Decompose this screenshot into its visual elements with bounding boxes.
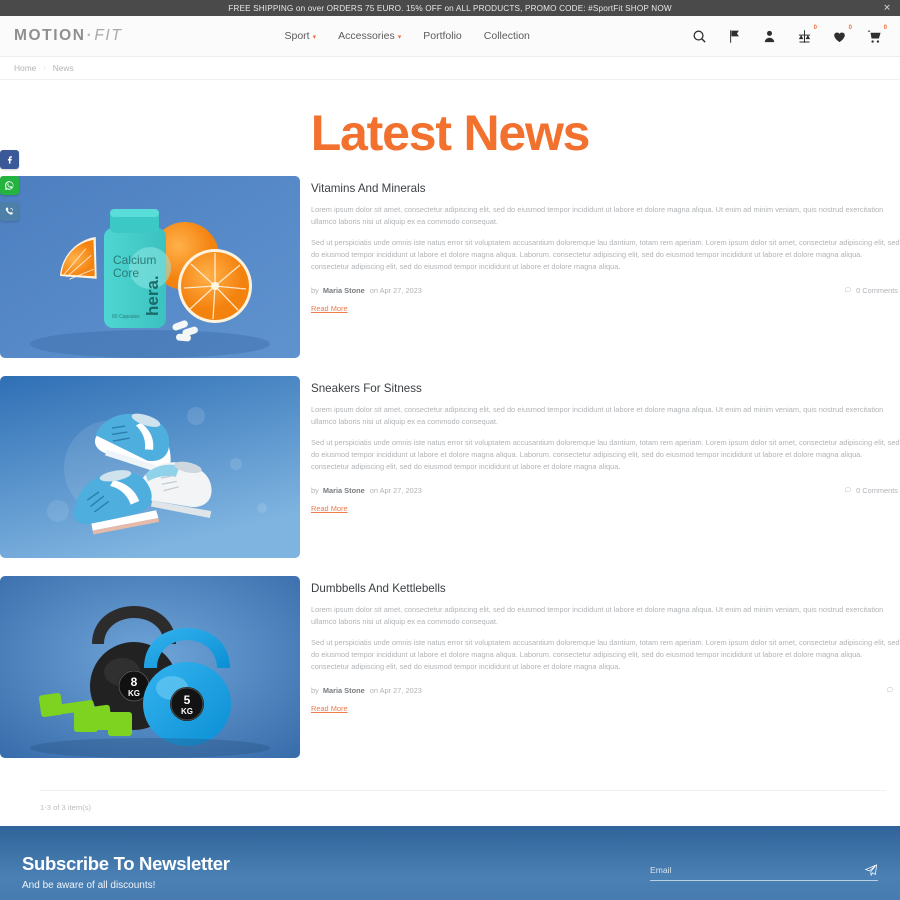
article-date: on Apr 27, 2023 xyxy=(369,485,422,495)
close-icon[interactable]: ✕ xyxy=(883,3,891,13)
article-paragraph: Sed ut perspiciatis unde omnis iste natu… xyxy=(311,437,900,471)
article-comments-count: 0 Comments xyxy=(856,285,898,295)
article-comments[interactable]: 0 Comments xyxy=(844,486,900,495)
article-title[interactable]: Vitamins And Minerals xyxy=(311,182,900,195)
facebook-share-button[interactable] xyxy=(0,150,19,169)
article-comments[interactable]: 0 Comments xyxy=(844,286,900,295)
article-body: Sneakers For Sitness Lorem ipsum dolor s… xyxy=(300,376,900,516)
breadcrumb-item-current: News xyxy=(52,63,74,73)
newsletter-email-input[interactable] xyxy=(650,865,878,881)
site-header: MOTION·FIT Sport ▾ Accessories ▾ Portfol… xyxy=(0,16,900,57)
article-body: Dumbbells And Kettlebells Lorem ipsum do… xyxy=(300,576,900,716)
newsletter-subtitle: And be aware of all discounts! xyxy=(22,880,156,891)
article-author[interactable]: Maria Stone xyxy=(323,486,365,495)
article-paragraph: Lorem ipsum dolor sit amet, consectetur … xyxy=(311,205,884,226)
flag-icon[interactable] xyxy=(727,29,742,44)
article-paragraph: Sed ut perspiciatis unde omnis iste natu… xyxy=(311,237,900,271)
comment-icon xyxy=(845,487,852,493)
svg-text:hera.: hera. xyxy=(143,275,162,316)
facebook-icon xyxy=(7,156,12,164)
article-thumbnail-vitamins[interactable]: Calcium Core hera. 60 Capsules xyxy=(0,176,300,358)
article-title[interactable]: Sneakers For Sitness xyxy=(311,382,900,395)
article-item: Calcium Core hera. 60 Capsules Vitamins … xyxy=(0,176,900,358)
article-author[interactable]: Maria Stone xyxy=(323,286,365,295)
read-more-link[interactable]: Read More xyxy=(311,504,348,513)
author-by-label: by xyxy=(311,485,319,495)
nav-item-collection[interactable]: Collection xyxy=(484,30,530,42)
page-title-wrap: Latest News xyxy=(0,80,900,176)
account-icon[interactable] xyxy=(762,29,777,44)
read-more-link[interactable]: Read More xyxy=(311,304,348,313)
article-date: on Apr 27, 2023 xyxy=(369,285,422,295)
article-comments[interactable] xyxy=(886,686,900,694)
breadcrumb: Home › News xyxy=(0,57,900,80)
article-paragraph: Sed ut perspiciatis unde omnis iste natu… xyxy=(311,637,900,671)
svg-text:Calcium: Calcium xyxy=(113,253,156,267)
article-item: Sneakers For Sitness Lorem ipsum dolor s… xyxy=(0,376,900,558)
article-thumbnail-sneakers[interactable] xyxy=(0,376,300,558)
article-comments-count: 0 Comments xyxy=(856,485,898,495)
chevron-down-icon: ▾ xyxy=(397,34,402,41)
logo-main-text: MOTION xyxy=(14,27,86,44)
nav-item-accessories[interactable]: Accessories ▾ xyxy=(338,30,401,42)
header-icon-bar: 0 0 0 xyxy=(692,25,887,44)
wishlist-icon[interactable]: 0 xyxy=(832,25,852,44)
article-date: on Apr 27, 2023 xyxy=(369,685,422,695)
whatsapp-icon xyxy=(5,181,14,190)
svg-text:60 Capsules: 60 Capsules xyxy=(112,314,140,320)
main-navigation: Sport ▾ Accessories ▾ Portfolio Collecti… xyxy=(285,30,530,42)
cart-count-badge: 0 xyxy=(883,24,887,31)
comment-icon xyxy=(845,287,852,293)
chevron-down-icon: ▾ xyxy=(312,34,317,41)
article-meta: by Maria Stone on Apr 27, 2023 xyxy=(311,686,900,695)
article-paragraph: Lorem ipsum dolor sit amet, consectetur … xyxy=(311,605,884,626)
newsletter-title: Subscribe To Newsletter xyxy=(22,853,230,874)
news-listing-page: FREE SHIPPING on over ORDERS 75 EURO. 15… xyxy=(0,0,900,900)
compare-icon[interactable]: 0 xyxy=(797,25,817,44)
nav-label-accessories: Accessories xyxy=(338,30,395,42)
viber-share-button[interactable] xyxy=(0,202,19,221)
search-icon[interactable] xyxy=(692,29,707,44)
article-body: Vitamins And Minerals Lorem ipsum dolor … xyxy=(300,176,900,316)
logo-accent-text: FIT xyxy=(94,27,123,44)
newsletter-text-block: Subscribe To Newsletter And be aware of … xyxy=(22,853,230,891)
article-thumbnail-dumbbells[interactable]: 8 KG 5 KG xyxy=(0,576,300,758)
compare-count-badge: 0 xyxy=(813,24,817,31)
article-list: Calcium Core hera. 60 Capsules Vitamins … xyxy=(0,176,900,782)
article-paragraph: Lorem ipsum dolor sit amet, consectetur … xyxy=(311,405,884,426)
cart-icon[interactable]: 0 xyxy=(867,25,887,44)
read-more-link[interactable]: Read More xyxy=(311,704,348,713)
pagination-summary: 1-3 of 3 item(s) xyxy=(40,790,886,826)
article-meta: by Maria Stone on Apr 27, 2023 0 Comment… xyxy=(311,286,900,295)
article-author[interactable]: Maria Stone xyxy=(323,686,365,695)
comment-icon xyxy=(886,687,894,693)
social-share-rail xyxy=(0,150,19,228)
promo-text: FREE SHIPPING on over ORDERS 75 EURO. 15… xyxy=(228,3,672,13)
nav-label-sport: Sport xyxy=(284,30,310,42)
newsletter-section: Subscribe To Newsletter And be aware of … xyxy=(0,826,900,900)
svg-text:8: 8 xyxy=(131,675,138,689)
newsletter-form xyxy=(650,860,878,884)
article-meta: by Maria Stone on Apr 27, 2023 0 Comment… xyxy=(311,486,900,495)
site-logo[interactable]: MOTION·FIT xyxy=(14,27,122,45)
article-item: 8 KG 5 KG Dumbbells And Kettlebells Lore… xyxy=(0,576,900,758)
wishlist-count-badge: 0 xyxy=(848,24,852,31)
svg-text:KG: KG xyxy=(128,689,140,698)
promo-banner: FREE SHIPPING on over ORDERS 75 EURO. 15… xyxy=(0,0,900,16)
article-title[interactable]: Dumbbells And Kettlebells xyxy=(311,582,900,595)
svg-text:KG: KG xyxy=(181,707,193,716)
author-by-label: by xyxy=(311,685,319,695)
author-by-label: by xyxy=(311,285,319,295)
whatsapp-share-button[interactable] xyxy=(0,176,19,195)
svg-text:5: 5 xyxy=(184,693,191,707)
page-title: Latest News xyxy=(310,105,591,161)
breadcrumb-item-home[interactable]: Home xyxy=(14,63,36,73)
nav-item-portfolio[interactable]: Portfolio xyxy=(423,30,462,42)
svg-text:Core: Core xyxy=(113,266,139,280)
breadcrumb-separator: › xyxy=(43,64,46,72)
paper-plane-icon[interactable] xyxy=(864,863,878,877)
nav-item-sport[interactable]: Sport ▾ xyxy=(285,30,317,42)
phone-icon xyxy=(5,207,14,215)
